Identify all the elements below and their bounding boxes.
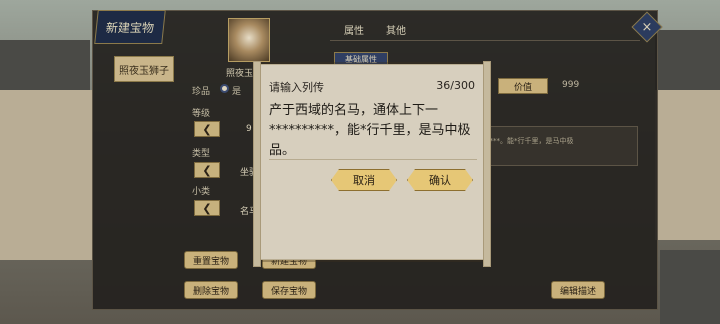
type-label: 类型 <box>192 149 211 159</box>
tab-attributes[interactable]: 属性 <box>344 22 364 37</box>
close-icon: × <box>641 19 653 35</box>
value-number: 999 <box>562 80 580 90</box>
dialog-divider <box>269 159 477 160</box>
biography-input-dialog: 请输入列传 36/300 产于西域的名马，通体上下一**********，能*行… <box>253 61 491 267</box>
level-label: 等级 <box>192 109 211 119</box>
character-count: 36/300 <box>436 79 475 92</box>
level-decrease-button[interactable]: ❮ <box>194 121 220 137</box>
treasure-name-tab[interactable]: 照夜玉狮子 <box>114 56 174 82</box>
subtype-label: 小类 <box>192 187 211 197</box>
delete-treasure-button[interactable]: 删除宝物 <box>184 281 238 299</box>
edit-description-button[interactable]: 编辑描述 <box>551 281 605 299</box>
rarity-radio[interactable] <box>220 84 229 93</box>
cancel-button[interactable]: 取消 <box>331 169 397 191</box>
confirm-button[interactable]: 确认 <box>407 169 473 191</box>
level-value: 9 <box>246 124 252 134</box>
dialog-title: 请输入列传 <box>269 81 324 94</box>
tab-other[interactable]: 其他 <box>386 22 406 37</box>
rarity-label: 珍品 <box>192 87 211 97</box>
reset-treasure-button[interactable]: 重置宝物 <box>184 251 238 269</box>
subtype-decrease-button[interactable]: ❮ <box>194 200 220 216</box>
treasure-portrait <box>228 18 270 62</box>
biography-text-input[interactable]: 产于西域的名马，通体上下一**********，能*行千里，是马中极品。 <box>269 101 477 161</box>
value-label: 价值 <box>498 78 548 94</box>
save-treasure-button[interactable]: 保存宝物 <box>262 281 316 299</box>
description-preview: ****。能*行千里，是马中极 <box>486 137 574 145</box>
tab-divider <box>330 40 640 41</box>
type-decrease-button[interactable]: ❮ <box>194 162 220 178</box>
rarity-value: 是 <box>232 87 242 97</box>
panel-title: 新建宝物 <box>94 10 166 44</box>
